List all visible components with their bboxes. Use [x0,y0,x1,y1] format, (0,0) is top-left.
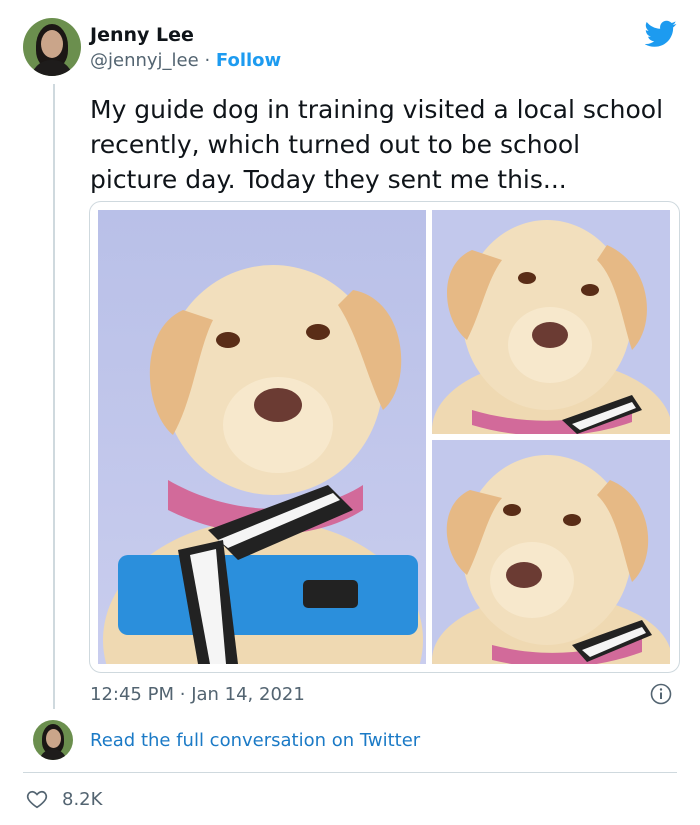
read-conversation-link[interactable]: Read the full conversation on Twitter [90,730,420,751]
like-count: 8.2K [62,789,103,810]
tweet-text-line: My guide dog in training visited a local… [90,95,664,124]
media-grid [89,201,680,673]
tweet-date: Jan 14, 2021 [191,684,305,705]
divider [23,772,677,773]
follow-button[interactable]: Follow [216,50,281,71]
tweet-text: My guide dog in training visited a local… [90,92,680,197]
twitter-bird-icon[interactable] [644,20,677,48]
dog-photo-large[interactable] [98,210,426,664]
dog-photo-top-right[interactable] [432,210,670,434]
info-icon[interactable] [650,683,672,705]
author-handle[interactable]: @jennyj_lee [90,50,199,71]
tweet-timestamp[interactable]: 12:45 PM · Jan 14, 2021 [90,684,305,705]
reply-avatar[interactable] [33,720,73,760]
heart-icon [26,790,48,809]
dog-photo-bottom-right[interactable] [432,440,670,664]
like-button[interactable] [26,788,48,810]
author-name[interactable]: Jenny Lee [90,24,194,46]
author-avatar[interactable] [23,18,81,76]
tweet-time: 12:45 PM [90,684,174,705]
thread-line [53,84,55,709]
timestamp-separator: · [179,684,186,705]
author-handle-row: @jennyj_lee · Follow [90,50,281,71]
tweet-text-line: picture day. Today they sent me this... [90,165,567,194]
tweet-text-line: recently, which turned out to be school [90,130,581,159]
handle-separator: · [204,50,211,71]
